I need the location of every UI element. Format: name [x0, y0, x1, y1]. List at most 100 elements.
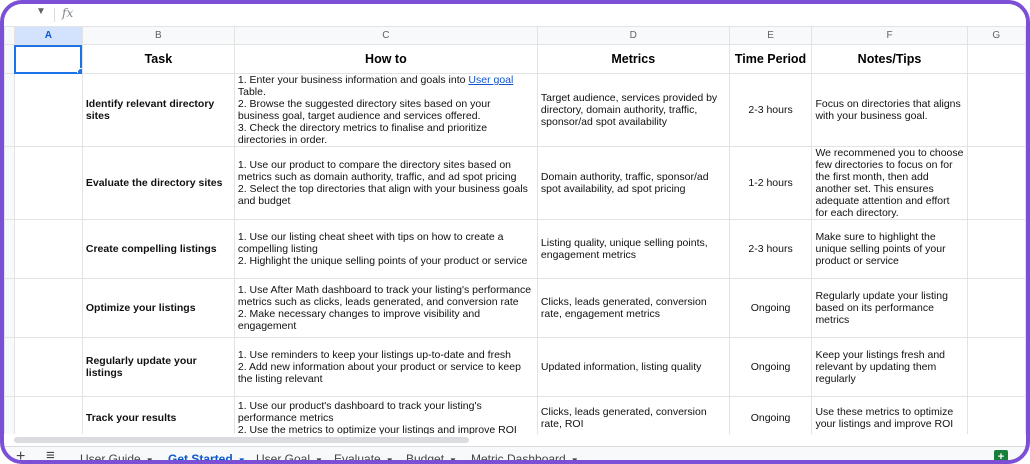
table-row: Identify relevant directory sites 1. Ent… [4, 73, 1026, 147]
tab-evaluate[interactable]: Evaluate ▼ [334, 450, 394, 464]
name-box-dropdown-icon[interactable]: ▼ [36, 6, 46, 17]
fx-icon: fx [62, 6, 74, 20]
empty-cell[interactable] [966, 73, 1026, 147]
metrics-cell[interactable]: Clicks, leads generated, conversion rate… [536, 278, 730, 338]
chevron-down-icon[interactable]: ▼ [571, 456, 579, 460]
task-cell[interactable]: Regularly update your listings [81, 337, 235, 397]
menu-icon[interactable]: ≡ [46, 447, 55, 460]
howto-cell[interactable]: 1. Use our listing cheat sheet with tips… [233, 219, 538, 279]
column-header-g[interactable]: G [966, 26, 1026, 45]
chevron-down-icon[interactable]: ▼ [315, 456, 323, 460]
chevron-down-icon[interactable]: ▼ [146, 456, 154, 460]
spreadsheet-grid: A B C D E F G Task How to Metrics Time P… [4, 26, 1026, 434]
fill-handle[interactable] [76, 68, 82, 73]
notes-cell[interactable]: Focus on directories that aligns with yo… [811, 73, 968, 147]
howto-cell[interactable]: 1. Use our product's dashboard to track … [233, 396, 538, 434]
metrics-cell[interactable]: Clicks, leads generated, conversion rate… [536, 396, 730, 434]
column-header-f[interactable]: F [811, 26, 968, 45]
row-header[interactable] [4, 219, 15, 279]
chevron-down-icon[interactable]: ▼ [238, 456, 246, 460]
horizontal-scrollbar[interactable] [14, 437, 469, 443]
tab-budget[interactable]: Budget ▼ [406, 450, 457, 464]
row-header[interactable] [4, 337, 15, 397]
row-header[interactable] [4, 146, 15, 220]
empty-cell[interactable] [13, 73, 83, 147]
tab-label: User Goal [256, 452, 311, 464]
plus-icon[interactable]: + [16, 448, 25, 460]
empty-cell[interactable] [966, 337, 1026, 397]
app-frame: ▼ fx A B C D E F G Task How to Metrics T… [0, 0, 1030, 464]
period-cell[interactable]: Ongoing [728, 396, 813, 434]
formula-divider [54, 8, 55, 22]
row-header[interactable] [4, 73, 15, 147]
empty-cell[interactable] [966, 44, 1026, 74]
tab-get-started[interactable]: Get Started ▼ [168, 450, 246, 460]
empty-cell[interactable] [966, 146, 1026, 220]
empty-cell[interactable] [966, 219, 1026, 279]
notes-cell[interactable]: Make sure to highlight the unique sellin… [811, 219, 968, 279]
user-goal-link[interactable]: User goal [468, 75, 513, 87]
empty-cell[interactable] [13, 278, 83, 338]
notes-cell[interactable]: Keep your listings fresh and relevant by… [811, 337, 968, 397]
selected-cell-a[interactable] [13, 44, 83, 74]
column-header-d[interactable]: D [536, 26, 730, 45]
header-notes[interactable]: Notes/Tips [811, 44, 968, 74]
howto-text: Table. 2. Browse the suggested directory… [237, 86, 491, 146]
column-header-b[interactable]: B [81, 26, 235, 45]
metrics-cell[interactable]: Updated information, listing quality [536, 337, 730, 397]
task-cell[interactable]: Track your results [81, 396, 235, 434]
task-cell[interactable]: Create compelling listings [81, 219, 235, 279]
tab-label: Metric Dashboard [471, 452, 566, 464]
table-row: Evaluate the directory sites 1. Use our … [4, 146, 1026, 220]
header-metrics[interactable]: Metrics [536, 44, 730, 74]
howto-cell[interactable]: 1. Use our product to compare the direct… [233, 146, 538, 220]
table-row: Create compelling listings 1. Use our li… [4, 219, 1026, 279]
header-howto[interactable]: How to [233, 44, 538, 74]
period-cell[interactable]: 2-3 hours [728, 219, 813, 279]
empty-cell[interactable] [13, 146, 83, 220]
period-cell[interactable]: Ongoing [728, 278, 813, 338]
tab-label: Budget [406, 452, 445, 464]
explore-icon[interactable]: + [994, 450, 1008, 460]
task-cell[interactable]: Evaluate the directory sites [81, 146, 235, 220]
howto-cell[interactable]: 1. Enter your business information and g… [233, 73, 538, 147]
table-row: Optimize your listings 1. Use After Math… [4, 278, 1026, 338]
row-header[interactable] [4, 278, 15, 338]
header-period[interactable]: Time Period [728, 44, 813, 74]
sheet-tab-bar: + ≡ User Guide ▼ Get Started ▼ User Goal ▼ … [4, 446, 1026, 464]
empty-cell[interactable] [13, 219, 83, 279]
column-header-c[interactable]: C [233, 26, 538, 45]
metrics-cell[interactable]: Domain authority, traffic, sponsor/ad sp… [536, 146, 730, 220]
tab-metric-dashboard[interactable]: Metric Dashboard ▼ [471, 450, 579, 464]
corner-cell[interactable] [4, 26, 15, 45]
empty-cell[interactable] [966, 396, 1026, 434]
howto-text: 1. Enter your business information and g… [237, 74, 469, 87]
chevron-down-icon[interactable]: ▼ [449, 456, 457, 460]
header-task[interactable]: Task [81, 44, 235, 74]
empty-cell[interactable] [13, 396, 83, 434]
task-cell[interactable]: Identify relevant directory sites [81, 73, 235, 147]
notes-cell[interactable]: Regularly update your listing based on i… [811, 278, 968, 338]
table-header-row: Task How to Metrics Time Period Notes/Ti… [4, 44, 1026, 74]
metrics-cell[interactable]: Target audience, services provided by di… [536, 73, 730, 147]
row-header[interactable] [4, 44, 15, 74]
metrics-cell[interactable]: Listing quality, unique selling points, … [536, 219, 730, 279]
empty-cell[interactable] [966, 278, 1026, 338]
notes-cell[interactable]: We recommened you to choose few director… [811, 146, 968, 220]
table-row: Track your results 1. Use our product's … [4, 396, 1026, 434]
empty-cell[interactable] [13, 337, 83, 397]
period-cell[interactable]: Ongoing [728, 337, 813, 397]
task-cell[interactable]: Optimize your listings [81, 278, 235, 338]
column-header-a[interactable]: A [13, 26, 83, 45]
column-header-e[interactable]: E [728, 26, 813, 45]
period-cell[interactable]: 2-3 hours [728, 73, 813, 147]
period-cell[interactable]: 1-2 hours [728, 146, 813, 220]
howto-cell[interactable]: 1. Use After Math dashboard to track you… [233, 278, 538, 338]
tab-label: Evaluate [334, 452, 381, 464]
row-header[interactable] [4, 396, 15, 434]
notes-cell[interactable]: Use these metrics to optimize your listi… [811, 396, 968, 434]
howto-cell[interactable]: 1. Use reminders to keep your listings u… [233, 337, 538, 397]
tab-user-goal[interactable]: User Goal ▼ [256, 450, 323, 464]
chevron-down-icon[interactable]: ▼ [386, 456, 394, 460]
tab-user-guide[interactable]: User Guide ▼ [80, 450, 154, 460]
